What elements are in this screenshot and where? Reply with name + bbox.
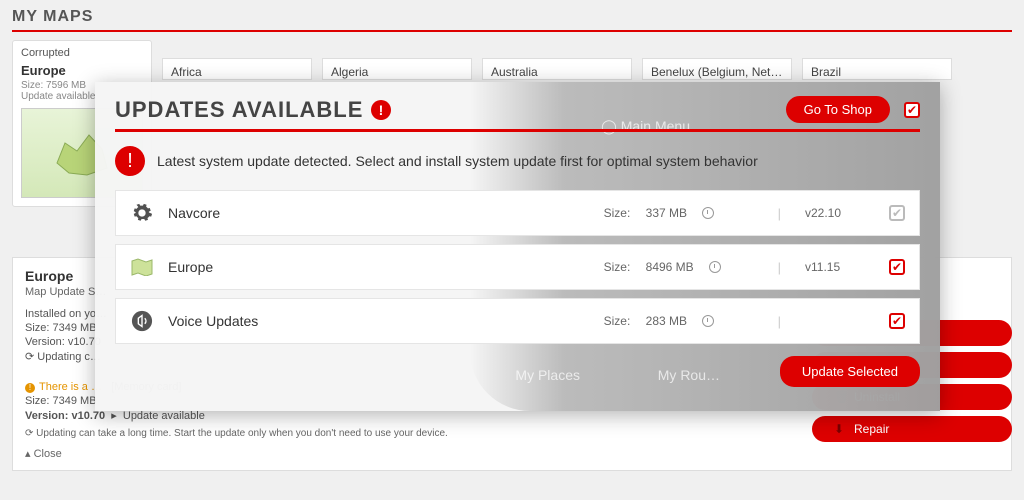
updates-modal: ◯ Main Menu My Places My Rou… UPDATES AV… <box>95 82 940 411</box>
row-name: Voice Updates <box>168 313 590 329</box>
alert-badge-icon: ! <box>371 100 391 120</box>
separator: | <box>768 260 791 275</box>
map-tile[interactable]: Algeria <box>322 58 472 80</box>
title-underline <box>12 30 1012 32</box>
corrupted-map-name: Europe <box>21 63 143 78</box>
row-name: Europe <box>168 259 590 275</box>
row-size: Size: 283 MB <box>604 314 754 328</box>
map-tile[interactable]: Africa <box>162 58 312 80</box>
row-name: Navcore <box>168 205 590 221</box>
alert-text: Latest system update detected. Select an… <box>157 153 758 169</box>
modal-underline <box>115 129 920 132</box>
row-version: v22.10 <box>805 206 875 220</box>
update-row[interactable]: Europe Size: 8496 MB | v11.15 ✔ <box>115 244 920 290</box>
modal-title: UPDATES AVAILABLE ! <box>115 97 391 123</box>
update-selected-button[interactable]: Update Selected <box>780 356 920 387</box>
map-tile[interactable]: Australia <box>482 58 632 80</box>
exclamation-icon: ! <box>115 146 145 176</box>
row-checkbox[interactable]: ✔ <box>889 259 905 275</box>
update-row[interactable]: Navcore Size: 337 MB | v22.10 ✔ <box>115 190 920 236</box>
map-tile[interactable]: Brazil <box>802 58 952 80</box>
row-size: Size: 337 MB <box>604 206 754 220</box>
close-link[interactable]: ▴ Close <box>25 447 999 460</box>
map-icon <box>130 255 154 279</box>
download-icon: ⬇ <box>834 422 846 436</box>
update-row[interactable]: Voice Updates Size: 283 MB | ✔ <box>115 298 920 344</box>
clock-icon <box>709 261 721 273</box>
separator: | <box>768 206 791 221</box>
row-checkbox[interactable]: ✔ <box>889 205 905 221</box>
row-checkbox[interactable]: ✔ <box>889 313 905 329</box>
corrupted-label: Corrupted <box>21 47 143 59</box>
clock-icon <box>702 207 714 219</box>
repair-button[interactable]: ⬇Repair <box>812 416 1012 442</box>
select-all-checkbox[interactable]: ✔ <box>904 102 920 118</box>
warning-icon: ! <box>25 383 35 393</box>
voice-icon <box>130 309 154 333</box>
system-update-alert: ! Latest system update detected. Select … <box>115 146 920 176</box>
page-title: MY MAPS <box>12 8 1012 26</box>
clock-icon <box>702 315 714 327</box>
row-size: Size: 8496 MB <box>604 260 754 274</box>
row-version: v11.15 <box>805 260 875 274</box>
gear-icon <box>130 201 154 225</box>
map-tile[interactable]: Benelux (Belgium, Netherlan... <box>642 58 792 80</box>
separator: | <box>768 314 791 329</box>
go-to-shop-button[interactable]: Go To Shop <box>786 96 890 123</box>
